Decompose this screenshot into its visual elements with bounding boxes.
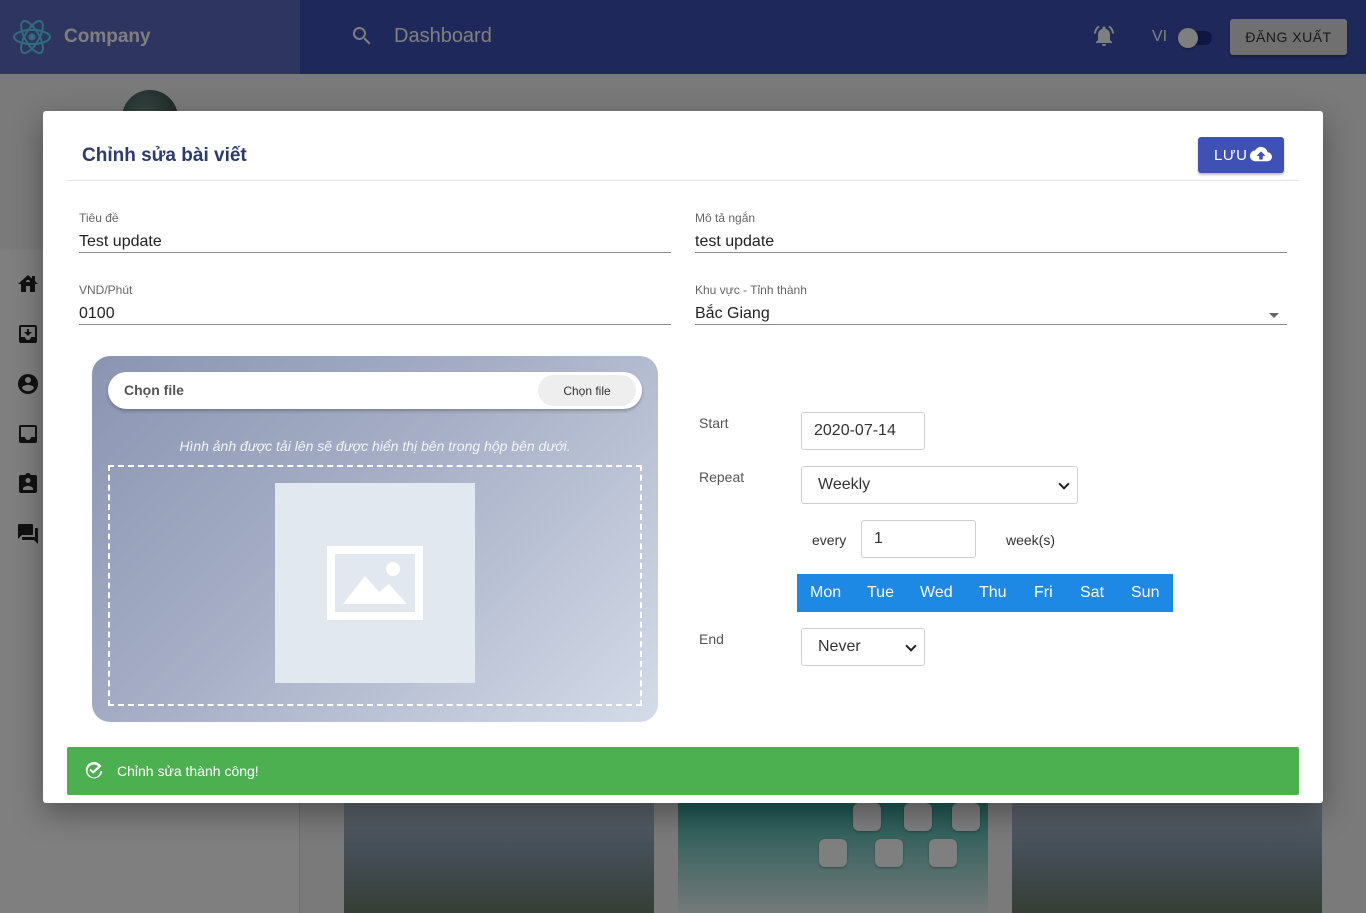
snackbar-message: Chỉnh sửa thành công! xyxy=(117,763,259,779)
short-description-value: test update xyxy=(695,233,775,250)
image-dropzone[interactable] xyxy=(108,465,642,706)
every-label: every xyxy=(812,532,847,548)
cloud-upload-icon xyxy=(1250,146,1272,162)
file-name: Chọn file xyxy=(124,382,184,398)
region-select-value: Bắc Giang xyxy=(695,305,770,322)
interval-unit: week(s) xyxy=(1006,532,1056,548)
day-thu[interactable]: Thu xyxy=(979,584,1007,602)
start-date-input[interactable]: 2020-07-14 xyxy=(801,412,925,450)
chevron-down-icon xyxy=(905,640,917,652)
region-select-label: Khu vực - Tỉnh thành xyxy=(695,283,807,297)
save-button-label: LƯU xyxy=(1214,146,1248,164)
end-select-value: Never xyxy=(818,638,861,655)
short-description-label: Mô tả ngắn xyxy=(695,211,756,225)
success-snackbar: Chỉnh sửa thành công! xyxy=(67,747,1299,795)
image-icon xyxy=(327,546,423,620)
day-sun[interactable]: Sun xyxy=(1131,584,1159,602)
file-picker[interactable]: Chọn file Chọn file xyxy=(108,372,642,409)
edit-post-dialog: Chỉnh sửa bài viết LƯU Tiêu đề Test upda… xyxy=(43,111,1323,803)
check-circle-icon xyxy=(85,761,103,779)
day-sat[interactable]: Sat xyxy=(1080,584,1104,602)
dialog-title: Chỉnh sửa bài viết xyxy=(82,145,247,166)
divider xyxy=(67,180,1299,181)
interval-input[interactable]: 1 xyxy=(861,520,976,558)
choose-file-button[interactable]: Chọn file xyxy=(538,375,636,406)
save-button[interactable]: LƯU xyxy=(1198,137,1284,173)
title-field[interactable]: Tiêu đề Test update xyxy=(79,211,671,253)
dropdown-arrow-icon xyxy=(1269,313,1279,318)
title-field-value: Test update xyxy=(79,233,162,250)
repeat-label: Repeat xyxy=(699,469,745,485)
day-mon[interactable]: Mon xyxy=(810,584,841,602)
region-select[interactable]: Khu vực - Tỉnh thành Bắc Giang xyxy=(695,283,1287,325)
price-field[interactable]: VND/Phút 0100 xyxy=(79,283,671,325)
image-placeholder xyxy=(275,483,475,683)
day-wed[interactable]: Wed xyxy=(920,584,953,602)
start-label: Start xyxy=(699,415,729,431)
price-field-label: VND/Phút xyxy=(79,283,133,297)
title-field-label: Tiêu đề xyxy=(79,211,119,225)
short-description-field[interactable]: Mô tả ngắn test update xyxy=(695,211,1287,253)
price-field-value: 0100 xyxy=(79,305,115,322)
day-tue[interactable]: Tue xyxy=(867,584,894,602)
upload-hint: Hình ảnh được tải lên sẽ được hiển thị b… xyxy=(179,438,571,454)
repeat-select[interactable]: Weekly xyxy=(801,466,1078,504)
weekday-selector: Mon Tue Wed Thu Fri Sat Sun xyxy=(797,574,1173,612)
end-label: End xyxy=(699,631,724,647)
repeat-select-value: Weekly xyxy=(818,476,871,493)
image-upload-panel: Chọn file Chọn file Hình ảnh được tải lê… xyxy=(92,356,658,722)
day-fri[interactable]: Fri xyxy=(1034,584,1053,602)
end-select[interactable]: Never xyxy=(801,628,925,666)
chevron-down-icon xyxy=(1058,478,1070,490)
